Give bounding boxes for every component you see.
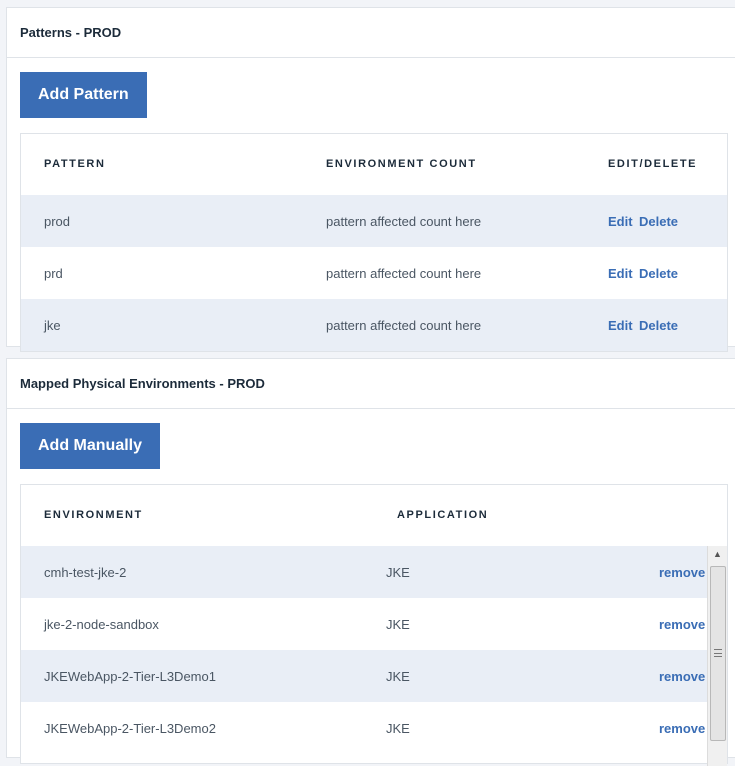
patterns-panel: Patterns - PROD Add Pattern PATTERN ENVI…	[6, 7, 735, 352]
environment-count: pattern affected count here	[326, 318, 482, 333]
scrollbar-thumb[interactable]	[710, 566, 726, 741]
column-header-edit-delete: EDIT/DELETE	[608, 158, 698, 170]
delete-link[interactable]: Delete	[639, 214, 678, 229]
add-pattern-button[interactable]: Add Pattern	[20, 72, 147, 118]
application-name: JKE	[386, 617, 410, 632]
environment-count: pattern affected count here	[326, 214, 482, 229]
delete-link[interactable]: Delete	[639, 266, 678, 281]
grip-icon	[714, 649, 722, 657]
remove-link[interactable]: remove	[659, 565, 705, 580]
environments-table-header: ENVIRONMENT APPLICATION	[21, 485, 727, 546]
application-name: JKE	[386, 565, 410, 580]
column-header-environment: ENVIRONMENT	[44, 509, 143, 521]
scroll-up-arrow-icon[interactable]: ▲	[708, 546, 727, 563]
patterns-table: PATTERN ENVIRONMENT COUNT EDIT/DELETE pr…	[20, 133, 728, 352]
pattern-name: prod	[44, 214, 71, 229]
environment-name: jke-2-node-sandbox	[44, 617, 159, 632]
mapped-environments-panel-title: Mapped Physical Environments - PROD	[7, 359, 735, 409]
environments-table: ENVIRONMENT APPLICATION cmh-test-jke-2 J…	[20, 484, 728, 766]
edit-link[interactable]: Edit	[608, 318, 633, 333]
column-header-application: APPLICATION	[397, 509, 489, 521]
edit-link[interactable]: Edit	[608, 266, 633, 281]
environment-name: JKEWebApp-2-Tier-L3Demo2	[44, 721, 216, 736]
environment-name: cmh-test-jke-2	[44, 565, 127, 580]
add-manually-button[interactable]: Add Manually	[20, 423, 161, 469]
environment-count: pattern affected count here	[326, 266, 482, 281]
mapped-environments-panel: Mapped Physical Environments - PROD Add …	[6, 358, 735, 766]
table-row: jke pattern affected count here Edit Del…	[21, 299, 727, 351]
delete-link[interactable]: Delete	[639, 318, 678, 333]
patterns-table-header: PATTERN ENVIRONMENT COUNT EDIT/DELETE	[21, 134, 727, 195]
table-row: JKEWebApp-2-Tier-L3Demo2 JKE remove	[21, 702, 727, 754]
pattern-name: jke	[44, 318, 61, 333]
column-header-environment-count: ENVIRONMENT COUNT	[326, 158, 477, 170]
table-row: jke-2-node-sandbox JKE remove	[21, 598, 727, 650]
edit-link[interactable]: Edit	[608, 214, 633, 229]
remove-link[interactable]: remove	[659, 669, 705, 684]
patterns-panel-title: Patterns - PROD	[7, 8, 735, 58]
application-name: JKE	[386, 669, 410, 684]
column-header-pattern: PATTERN	[44, 158, 106, 170]
remove-link[interactable]: remove	[659, 617, 705, 632]
table-row: cmh-test-jke-2 JKE remove	[21, 546, 727, 598]
table-scrollbar[interactable]: ▲	[707, 546, 727, 766]
application-name: JKE	[386, 721, 410, 736]
environment-name: JKEWebApp-2-Tier-L3Demo1	[44, 669, 216, 684]
pattern-name: prd	[44, 266, 63, 281]
remove-link[interactable]: remove	[659, 721, 705, 736]
table-row: JKEWebApp-2-Tier-L3Demo1 JKE remove	[21, 650, 727, 702]
table-row: prd pattern affected count here Edit Del…	[21, 247, 727, 299]
table-row: prod pattern affected count here Edit De…	[21, 195, 727, 247]
